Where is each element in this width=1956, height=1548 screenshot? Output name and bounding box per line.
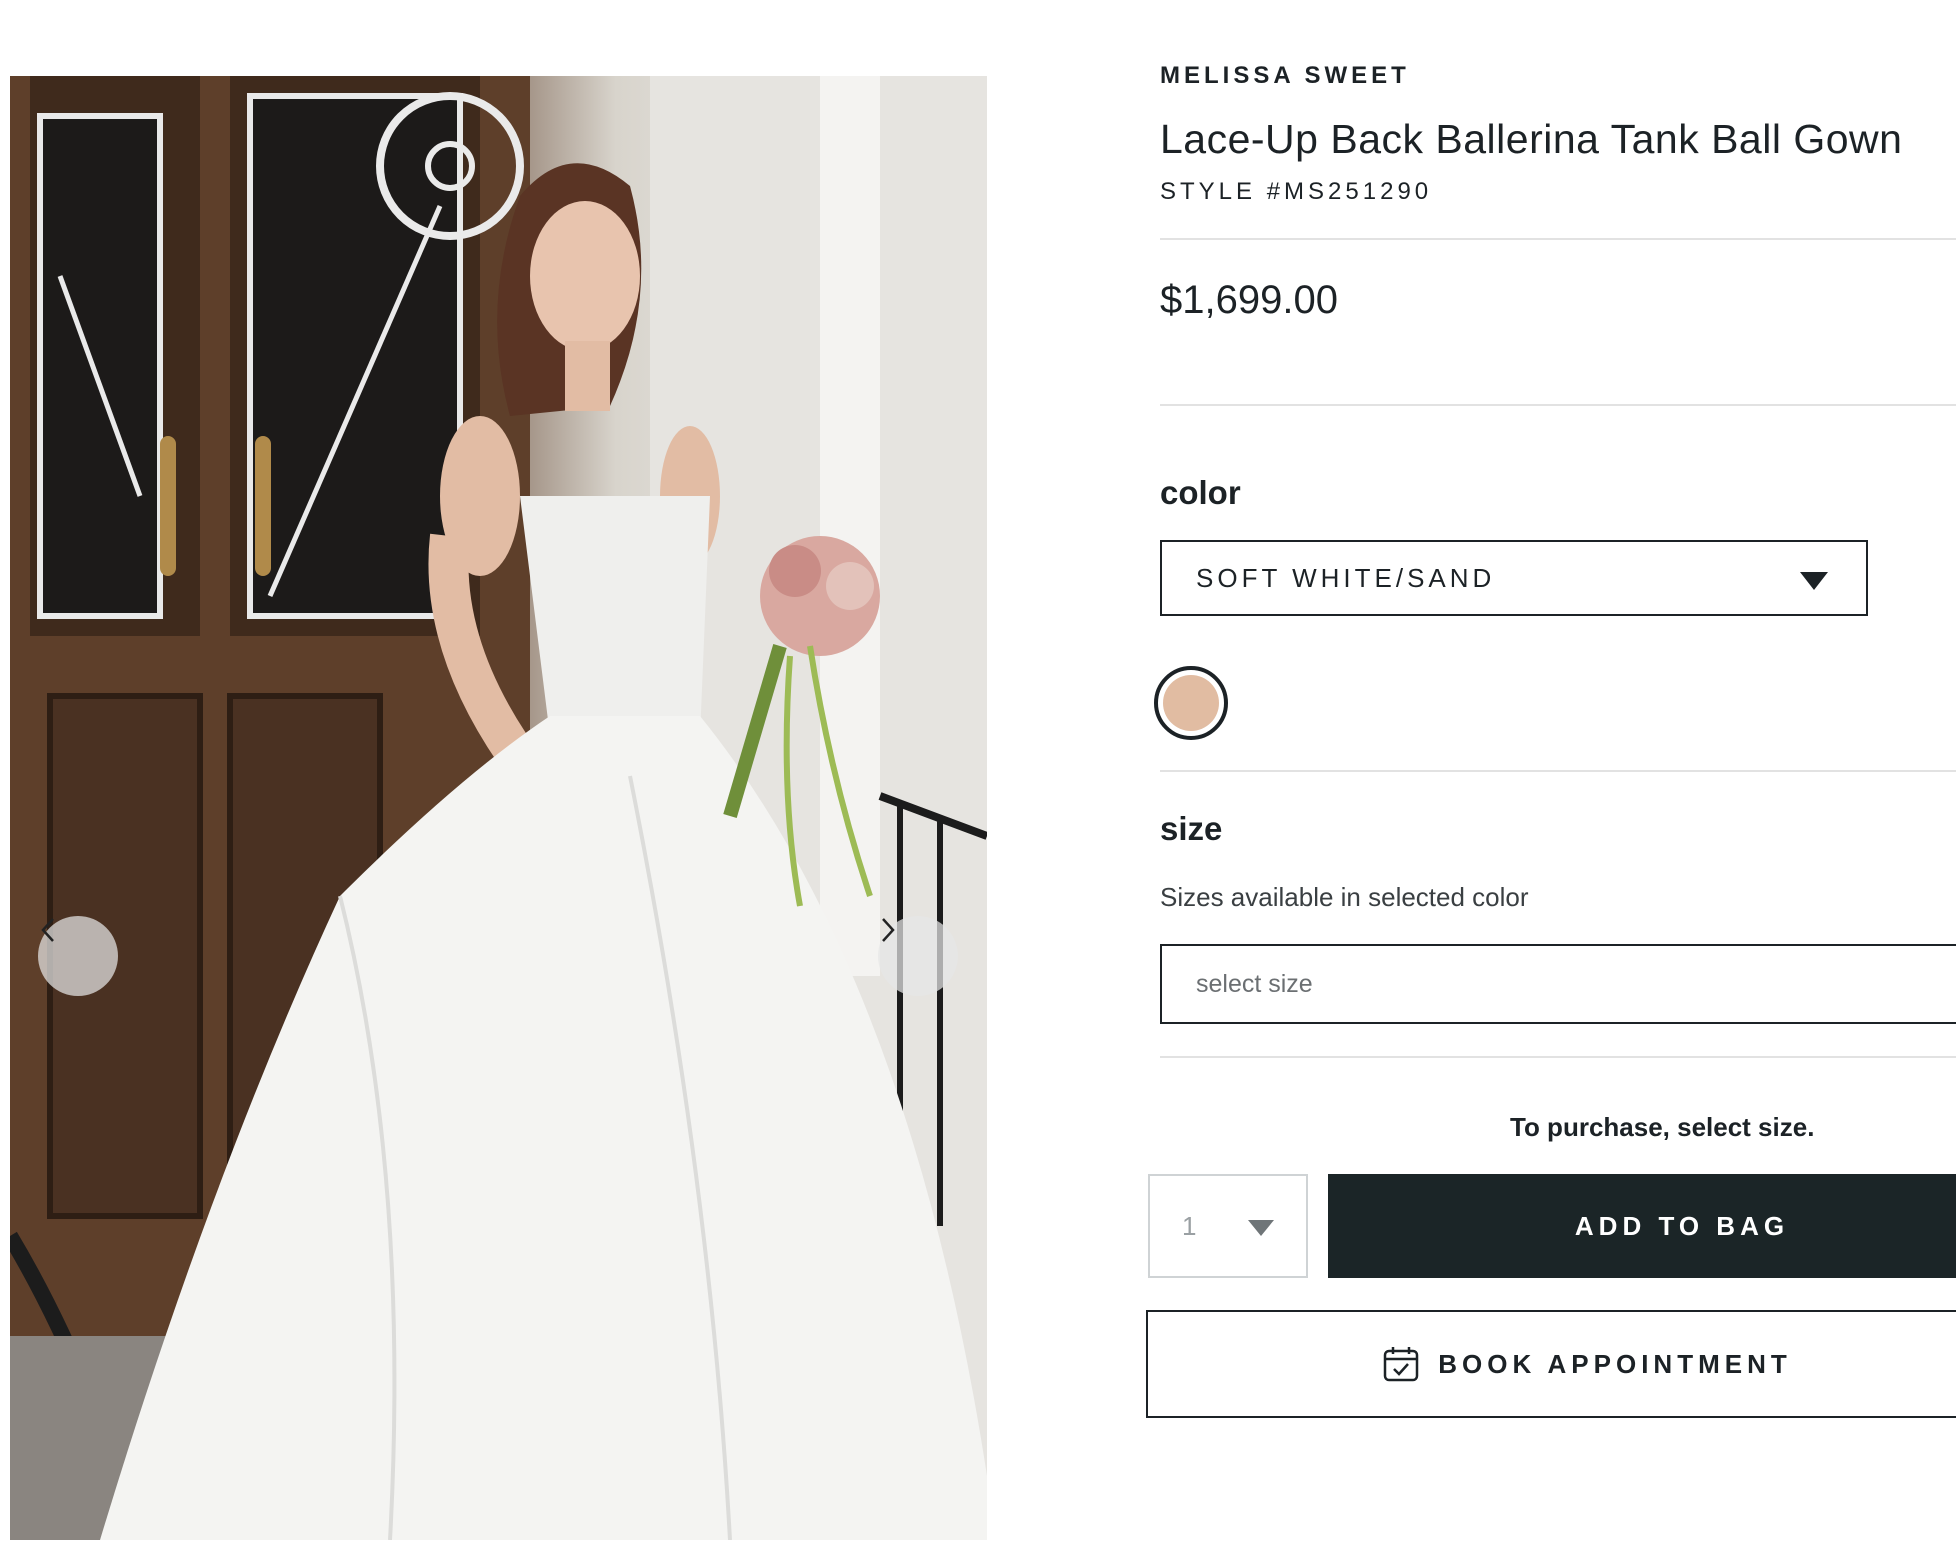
product-image	[10, 76, 987, 1540]
gallery-prev-button[interactable]	[38, 916, 118, 996]
size-select[interactable]	[1160, 944, 1956, 1024]
divider	[1160, 770, 1956, 772]
color-label: color	[1160, 474, 1241, 511]
swatch-fill	[1163, 675, 1219, 731]
calendar-check-icon	[1382, 1345, 1420, 1383]
size-label: size	[1160, 810, 1223, 847]
color-select-value: SOFT WHITE/SAND	[1196, 562, 1496, 593]
quantity-select[interactable]: 1	[1148, 1174, 1308, 1278]
add-to-bag-button[interactable]: ADD TO BAG	[1328, 1174, 1956, 1278]
product-title: Lace-Up Back Ballerina Tank Ball Gown	[1160, 116, 1903, 162]
gallery-next-button[interactable]	[878, 916, 958, 996]
divider	[1160, 1056, 1956, 1058]
book-appointment-label: BOOK APPOINTMENT	[1438, 1348, 1792, 1379]
divider	[1160, 404, 1956, 406]
chevron-right-icon	[882, 918, 895, 942]
chevron-left-icon	[41, 918, 54, 942]
purchase-note: To purchase, select size.	[1510, 1112, 1815, 1142]
book-appointment-button[interactable]: BOOK APPOINTMENT	[1146, 1310, 1956, 1418]
chevron-down-icon	[1248, 1220, 1274, 1236]
color-select[interactable]: SOFT WHITE/SAND	[1160, 540, 1868, 616]
product-price: $1,699.00	[1160, 278, 1338, 322]
brand-name: MELISSA SWEET	[1160, 62, 1410, 89]
chevron-down-icon	[1800, 572, 1828, 590]
add-to-bag-label: ADD TO BAG	[1574, 1210, 1790, 1241]
color-swatch-soft-white-sand[interactable]	[1154, 666, 1228, 740]
quantity-value: 1	[1182, 1210, 1197, 1241]
style-number: STYLE #MS251290	[1160, 178, 1433, 205]
size-helper-text: Sizes available in selected color	[1160, 882, 1529, 912]
divider	[1160, 238, 1956, 240]
gown-photo	[10, 76, 987, 1540]
